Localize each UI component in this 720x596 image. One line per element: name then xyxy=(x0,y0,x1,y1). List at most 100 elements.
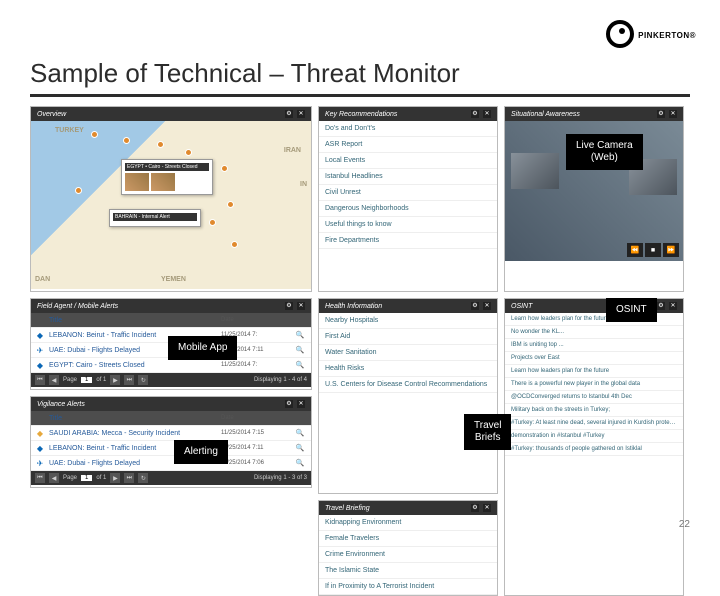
gear-icon[interactable]: ⚙ xyxy=(471,504,479,512)
map-pin[interactable] xyxy=(185,149,192,156)
page-label: Page xyxy=(63,475,77,481)
first-page-button[interactable]: ⏮ xyxy=(35,473,45,483)
last-page-button[interactable]: ⏭ xyxy=(124,375,134,385)
close-icon[interactable]: ✕ xyxy=(297,400,305,408)
prev-page-button[interactable]: ◀ xyxy=(49,375,59,385)
list-item[interactable]: Istanbul Headlines xyxy=(319,169,497,185)
row-date: 11/25/2014 7:11 xyxy=(221,445,289,451)
list-item[interactable]: Water Sanitation xyxy=(319,345,497,361)
table-row[interactable]: ✈UAE: Dubai - Flights Delayed11/25/2014 … xyxy=(31,456,311,471)
plane-icon: ✈ xyxy=(35,458,45,468)
list-item[interactable]: Crime Environment xyxy=(319,547,497,563)
map-pin[interactable] xyxy=(221,165,228,172)
map-pin[interactable] xyxy=(231,241,238,248)
refresh-button[interactable]: ↻ xyxy=(138,375,148,385)
search-icon[interactable]: 🔍 xyxy=(293,361,307,369)
osint-line[interactable]: No wonder the KL... xyxy=(505,326,683,339)
osint-panel: OSINT ⚙ ✕ Learn how leaders plan for the … xyxy=(504,298,684,596)
forward-button[interactable]: ⏩ xyxy=(663,243,679,257)
list-item[interactable]: Kidnapping Environment xyxy=(319,515,497,531)
list-item[interactable]: Health Risks xyxy=(319,361,497,377)
map-pin[interactable] xyxy=(209,219,216,226)
prev-page-button[interactable]: ◀ xyxy=(49,473,59,483)
search-icon[interactable]: 🔍 xyxy=(293,346,307,354)
osint-line[interactable]: @OCDConverged returns to Istanbul 4th De… xyxy=(505,391,683,404)
close-icon[interactable]: ✕ xyxy=(483,302,491,310)
map-canvas[interactable]: TURKEY IRAN SAUDI ARABIA YEMEN DAN IN EG… xyxy=(31,121,311,289)
callout-osint: OSINT xyxy=(606,298,657,322)
list-item[interactable]: Local Events xyxy=(319,153,497,169)
list-item[interactable]: Do's and Don't's xyxy=(319,121,497,137)
gear-icon[interactable]: ⚙ xyxy=(285,110,293,118)
map-label-iran: IRAN xyxy=(284,147,301,154)
search-icon[interactable]: 🔍 xyxy=(293,331,307,339)
list-item[interactable]: First Aid xyxy=(319,329,497,345)
map-pin[interactable] xyxy=(75,187,82,194)
close-icon[interactable]: ✕ xyxy=(483,504,491,512)
field-agent-title: Field Agent / Mobile Alerts xyxy=(37,303,118,310)
callout-alerting: Alerting xyxy=(174,440,228,464)
gear-icon[interactable]: ⚙ xyxy=(471,110,479,118)
osint-title: OSINT xyxy=(511,303,532,310)
close-icon[interactable]: ✕ xyxy=(297,110,305,118)
list-item[interactable]: Fire Departments xyxy=(319,233,497,249)
gear-icon[interactable]: ⚙ xyxy=(657,110,665,118)
travel-title: Travel Briefing xyxy=(325,505,370,512)
search-icon[interactable]: 🔍 xyxy=(293,444,307,452)
page-input[interactable]: 1 xyxy=(81,475,92,481)
popup-thumb xyxy=(125,173,149,191)
osint-line[interactable]: #Turkey: thousands of people gathered on… xyxy=(505,443,683,456)
list-item[interactable]: Useful things to know xyxy=(319,217,497,233)
osint-line[interactable]: Military back on the streets in Turkey; xyxy=(505,404,683,417)
key-rec-panel: Key Recommendations ⚙✕ Do's and Don't's … xyxy=(318,106,498,292)
popup-thumb xyxy=(151,173,175,191)
osint-line[interactable]: IBM is uniting top ... xyxy=(505,339,683,352)
map-popup[interactable]: BAHRAIN - Internal Alert xyxy=(109,209,201,227)
last-page-button[interactable]: ⏭ xyxy=(124,473,134,483)
map-pin[interactable] xyxy=(91,131,98,138)
gear-icon[interactable]: ⚙ xyxy=(657,302,665,310)
list-item[interactable]: Civil Unrest xyxy=(319,185,497,201)
list-item[interactable]: Female Travelers xyxy=(319,531,497,547)
osint-line[interactable]: Learn how leaders plan for the future xyxy=(505,365,683,378)
close-icon[interactable]: ✕ xyxy=(483,110,491,118)
list-item[interactable]: The Islamic State xyxy=(319,563,497,579)
rewind-button[interactable]: ⏪ xyxy=(627,243,643,257)
list-item[interactable]: ASR Report xyxy=(319,137,497,153)
osint-line[interactable]: Projects over East xyxy=(505,352,683,365)
next-page-button[interactable]: ▶ xyxy=(110,473,120,483)
gear-icon[interactable]: ⚙ xyxy=(285,400,293,408)
search-icon[interactable]: 🔍 xyxy=(293,429,307,437)
list-item[interactable]: Dangerous Neighborhoods xyxy=(319,201,497,217)
search-icon[interactable]: 🔍 xyxy=(293,459,307,467)
osint-line[interactable]: demonstration in #Istanbul #Turkey xyxy=(505,430,683,443)
close-icon[interactable]: ✕ xyxy=(297,302,305,310)
table-row[interactable]: ◆SAUDI ARABIA: Mecca - Security Incident… xyxy=(31,426,311,441)
close-icon[interactable]: ✕ xyxy=(669,110,677,118)
table-row[interactable]: ◆EGYPT: Cairo - Streets Closed11/25/2014… xyxy=(31,358,311,373)
refresh-button[interactable]: ↻ xyxy=(138,473,148,483)
row-date: 11/25/2014 7:15 xyxy=(221,430,289,436)
map-popup[interactable]: EGYPT • Cairo - Streets Closed xyxy=(121,159,213,195)
list-item[interactable]: If in Proximity to A Terrorist Incident xyxy=(319,579,497,595)
stop-button[interactable]: ■ xyxy=(645,243,661,257)
table-row[interactable]: ◆LEBANON: Beirut - Traffic Incident11/25… xyxy=(31,441,311,456)
map-pin[interactable] xyxy=(227,201,234,208)
osint-line[interactable]: #Turkey: At least nine dead, several inj… xyxy=(505,417,683,430)
first-page-button[interactable]: ⏮ xyxy=(35,375,45,385)
camera-tile[interactable] xyxy=(511,153,559,189)
table-header-row: Title Date xyxy=(31,411,311,426)
gear-icon[interactable]: ⚙ xyxy=(285,302,293,310)
list-item[interactable]: Nearby Hospitals xyxy=(319,313,497,329)
map-pin[interactable] xyxy=(157,141,164,148)
map-pin[interactable] xyxy=(123,137,130,144)
row-title: SAUDI ARABIA: Mecca - Security Incident xyxy=(49,430,217,437)
page-input[interactable]: 1 xyxy=(81,377,92,383)
eye-icon xyxy=(606,20,634,48)
next-page-button[interactable]: ▶ xyxy=(110,375,120,385)
situational-title: Situational Awareness xyxy=(511,111,580,118)
close-icon[interactable]: ✕ xyxy=(669,302,677,310)
osint-line[interactable]: There is a powerful new player in the gl… xyxy=(505,378,683,391)
list-item[interactable]: U.S. Centers for Disease Control Recomme… xyxy=(319,377,497,393)
gear-icon[interactable]: ⚙ xyxy=(471,302,479,310)
